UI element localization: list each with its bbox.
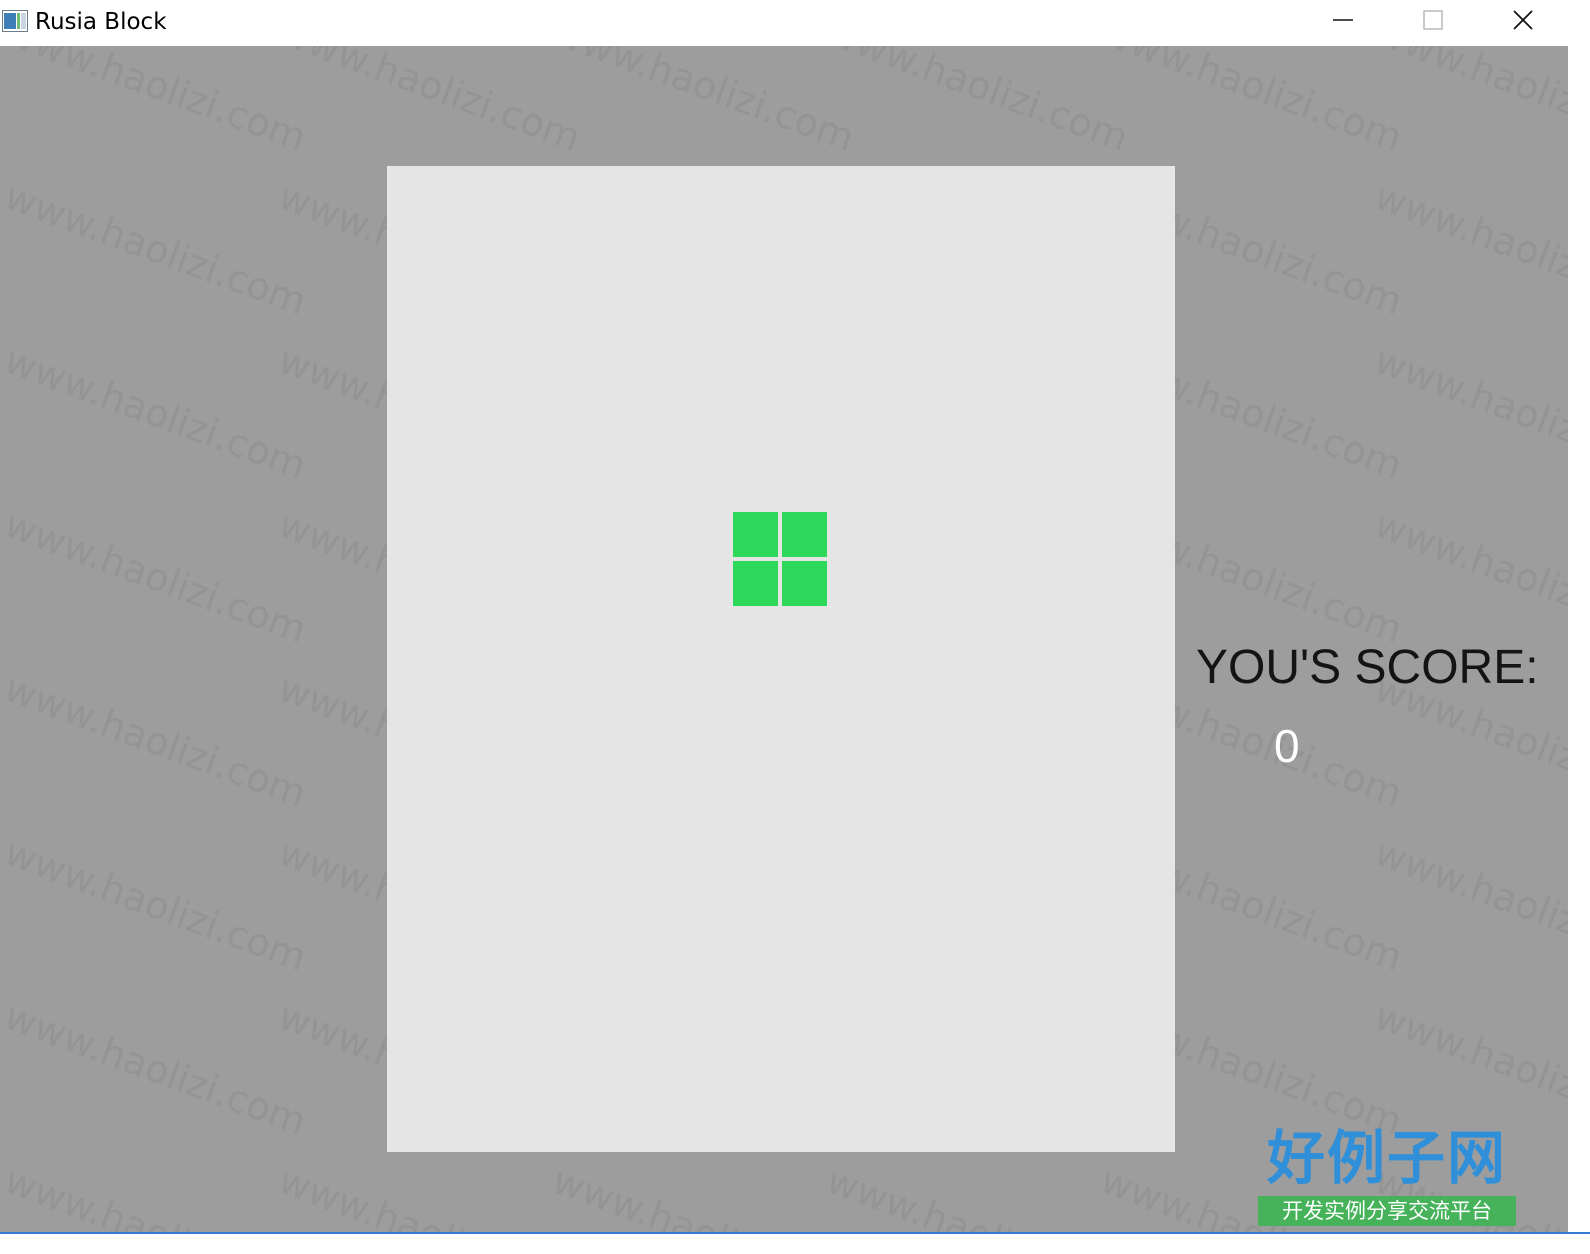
watermark-text: www.haolizi.com bbox=[0, 174, 313, 324]
piece-cell bbox=[782, 561, 827, 606]
watermark-text: www.haolizi.com bbox=[0, 502, 313, 652]
maximize-button[interactable] bbox=[1388, 0, 1478, 44]
watermark-text: www.haolizi.com bbox=[1368, 174, 1568, 324]
watermark-text: www.haolizi.com bbox=[821, 1158, 1134, 1232]
window-title: Rusia Block bbox=[35, 9, 167, 35]
piece-cell bbox=[733, 512, 778, 557]
title-bar[interactable]: Rusia Block bbox=[0, 0, 1568, 46]
window-edge bbox=[1568, 0, 1590, 1232]
app-icon bbox=[2, 10, 28, 32]
piece-cell bbox=[782, 512, 827, 557]
maximize-icon bbox=[1422, 9, 1444, 36]
background-strip bbox=[0, 1232, 1590, 1254]
watermark-text: www.haolizi.com bbox=[1368, 994, 1568, 1144]
minimize-button[interactable] bbox=[1298, 0, 1388, 44]
watermark-text: www.haolizi.com bbox=[0, 1158, 312, 1232]
watermark-text: www.haolizi.com bbox=[0, 830, 313, 980]
score-value: 0 bbox=[1274, 720, 1300, 772]
watermark-text: www.haolizi.com bbox=[0, 338, 313, 488]
close-icon bbox=[1512, 9, 1534, 36]
watermark-text: www.haolizi.com bbox=[0, 994, 313, 1144]
watermark-text: www.haolizi.com bbox=[1368, 502, 1568, 652]
minimize-icon bbox=[1332, 9, 1354, 36]
watermark-logo: 好例子网 开发实例分享交流平台 bbox=[1258, 1124, 1516, 1228]
watermark-text: www.haolizi.com bbox=[273, 1158, 586, 1232]
game-window: www.haolizi.com www.haolizi.com www.haoliz… bbox=[0, 0, 1568, 1232]
game-board[interactable] bbox=[387, 166, 1175, 1152]
logo-subtitle: 开发实例分享交流平台 bbox=[1258, 1196, 1516, 1226]
score-label: YOU'S SCORE: bbox=[1196, 641, 1539, 694]
watermark-text: www.haolizi.com bbox=[1368, 830, 1568, 980]
watermark-text: www.haolizi.com bbox=[0, 666, 313, 816]
watermark-text: www.haolizi.com bbox=[1368, 338, 1568, 488]
watermark-text: www.haolizi.com bbox=[547, 1158, 860, 1232]
close-button[interactable] bbox=[1478, 0, 1568, 44]
piece-cell bbox=[733, 561, 778, 606]
logo-title: 好例子网 bbox=[1266, 1124, 1507, 1192]
